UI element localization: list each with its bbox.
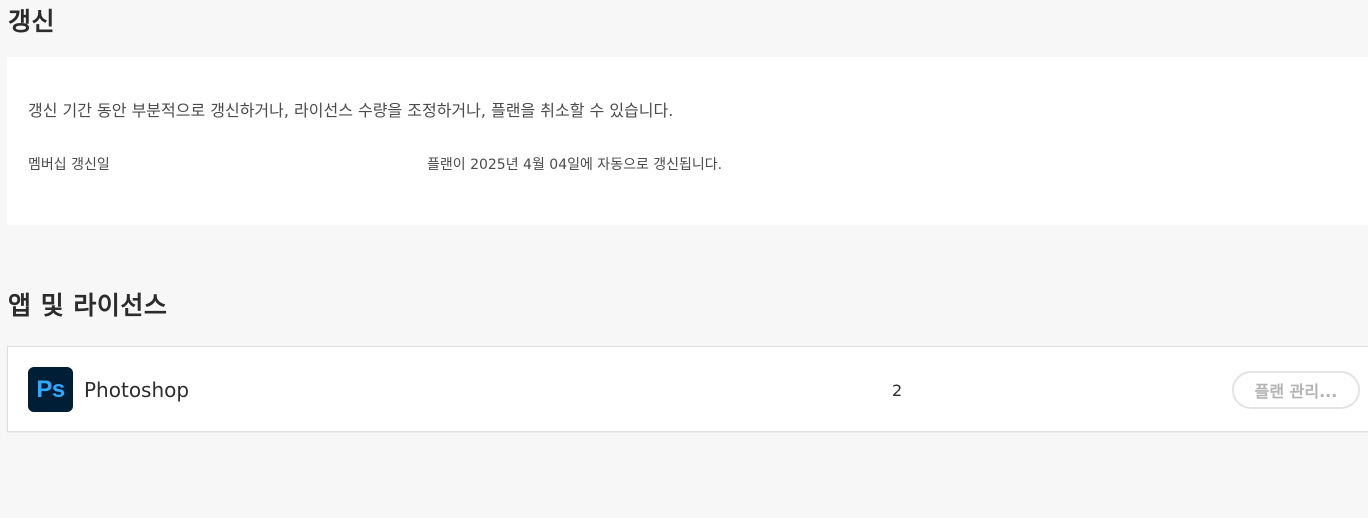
membership-renewal-value: 플랜이 2025년 4월 04일에 자동으로 갱신됩니다. bbox=[427, 157, 723, 173]
membership-renewal-label: 멤버십 갱신일 bbox=[28, 157, 110, 173]
app-name: Photoshop bbox=[84, 378, 190, 402]
page: 갱신 갱신 기간 동안 부분적으로 갱신하거나, 라이선스 수량을 조정하거나,… bbox=[0, 0, 1368, 518]
manage-plan-button[interactable]: 플랜 관리... bbox=[1232, 371, 1360, 409]
renewal-section-title: 갱신 bbox=[8, 7, 56, 36]
renewal-description: 갱신 기간 동안 부분적으로 갱신하거나, 라이선스 수량을 조정하거나, 플랜… bbox=[28, 101, 674, 120]
renewal-card: 갱신 기간 동안 부분적으로 갱신하거나, 라이선스 수량을 조정하거나, 플랜… bbox=[7, 57, 1368, 225]
app-row-photoshop: Ps Photoshop 2 플랜 관리... bbox=[7, 346, 1368, 432]
license-count: 2 bbox=[892, 381, 903, 400]
photoshop-icon: Ps bbox=[28, 367, 73, 412]
apps-section-title: 앱 및 라이선스 bbox=[8, 291, 168, 320]
